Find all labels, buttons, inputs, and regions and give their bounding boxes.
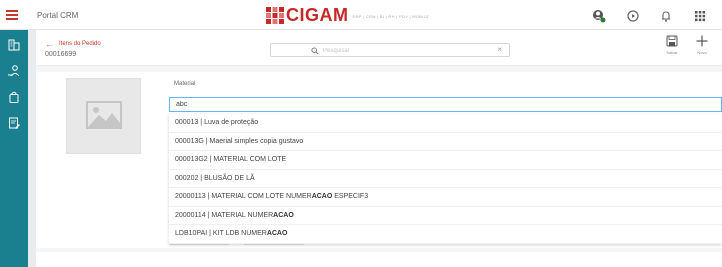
app-title: Portal CRM	[37, 11, 79, 20]
autocomplete-option[interactable]: 20000114 | MATERIAL NUMERACAO	[169, 207, 722, 225]
building-icon[interactable]	[7, 38, 21, 52]
form-panel: Material 000013 | Luva de proteção000013…	[36, 66, 722, 252]
option-text: 000202 | BLUSÃO DE LÃ	[175, 174, 255, 182]
plus-icon	[696, 35, 708, 47]
option-text: LDB10PAI | KIT LDB NUMER	[175, 230, 267, 237]
material-input[interactable]	[169, 97, 722, 112]
search-icon	[311, 47, 319, 55]
arrow-left-icon[interactable]: ←	[45, 39, 54, 49]
option-match-highlight: ACAO	[311, 193, 333, 200]
close-icon[interactable]: ×	[497, 45, 502, 54]
cigam-logo: CIGAM ERP | CRM | BI | RH | PDV | MOBILE	[266, 4, 430, 25]
save-button[interactable]: Salvar	[663, 35, 681, 61]
play-circle-icon[interactable]	[626, 9, 640, 23]
save-icon	[666, 35, 678, 47]
image-placeholder-icon	[86, 101, 122, 129]
shopping-bag-icon[interactable]	[7, 90, 21, 104]
top-bar: Portal CRM CIGAM ERP | CRM | BI | RH | P…	[0, 0, 722, 30]
user-notification-icon[interactable]	[592, 9, 606, 23]
main-content: ← Itens do Pedido 00016699 × Salvar	[36, 30, 722, 267]
page-header: ← Itens do Pedido 00016699 × Salvar	[36, 30, 722, 66]
option-text: 000013G | Maerial simples copia gustavo	[175, 137, 304, 145]
option-text: 20000114 | MATERIAL NUMER	[175, 211, 274, 219]
option-text-suffix: ESPECIF3	[332, 193, 369, 200]
save-button-label: Salvar	[666, 50, 678, 55]
bell-icon[interactable]	[659, 9, 673, 23]
product-image-placeholder[interactable]	[66, 78, 141, 154]
new-button[interactable]: Novo	[693, 35, 711, 61]
material-label: Material	[174, 81, 196, 87]
hamburger-menu-icon[interactable]	[6, 10, 18, 20]
logo-tagline: ERP | CRM | BI | RH | PDV | MOBILE	[352, 14, 430, 19]
autocomplete-option[interactable]: 000202 | BLUSÃO DE LÃ	[169, 170, 722, 188]
autocomplete-option[interactable]: 000013G2 | MATERIAL COM LOTE	[169, 151, 722, 170]
option-text: 000013 | Luva de proteção	[175, 119, 259, 126]
autocomplete-option[interactable]: 000013G | Maerial simples copia gustavo	[169, 133, 722, 151]
option-match-highlight: ACAO	[273, 211, 294, 219]
new-button-label: Novo	[697, 50, 707, 55]
option-text: 20000113 | MATERIAL COM LOTE NUMER	[175, 193, 312, 200]
order-number: 00016699	[45, 51, 77, 58]
autocomplete-option[interactable]: LDB10PAI | KIT LDB NUMERACAO	[169, 225, 722, 244]
autocomplete-option[interactable]: 000013 | Luva de proteção	[169, 114, 722, 133]
user-money-icon[interactable]	[7, 64, 21, 78]
document-edit-icon[interactable]	[7, 116, 21, 130]
item-form-card: Material 000013 | Luva de proteção000013…	[36, 72, 722, 248]
option-match-highlight: ACAO	[266, 230, 288, 237]
autocomplete-dropdown: 000013 | Luva de proteção 000013G | Maeri…	[169, 114, 722, 244]
sidebar	[0, 30, 28, 267]
autocomplete-option[interactable]: 20000113 | MATERIAL COM LOTE NUMERACAO E…	[169, 188, 722, 207]
back-link-label[interactable]: Itens do Pedido	[59, 41, 101, 47]
logo-brand-text: CIGAM	[286, 4, 349, 25]
search-input[interactable]	[323, 45, 483, 56]
back-link[interactable]: ← Itens do Pedido	[45, 39, 101, 49]
apps-grid-icon[interactable]	[693, 9, 707, 23]
option-text: 000013G2 | MATERIAL COM LOTE	[175, 156, 287, 163]
search-box[interactable]: ×	[270, 43, 510, 57]
cigam-logo-mark-icon	[266, 6, 284, 24]
